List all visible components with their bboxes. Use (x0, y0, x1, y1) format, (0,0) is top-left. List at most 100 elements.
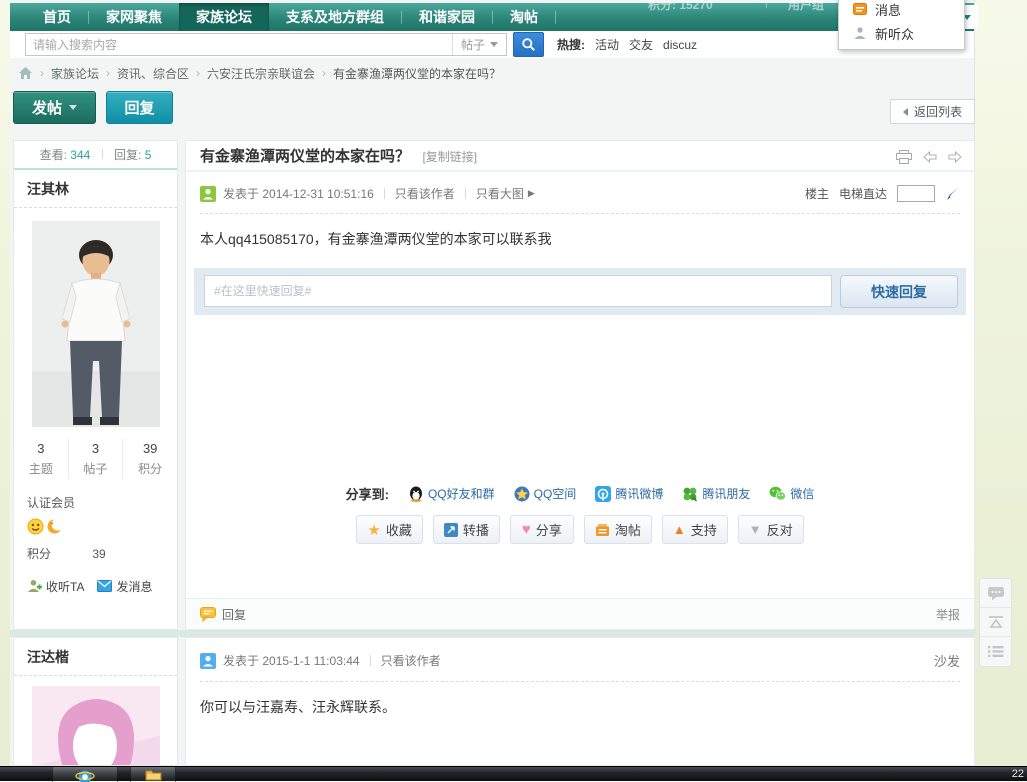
ie-icon (75, 767, 95, 782)
nav-item-taotie[interactable]: 淘帖 (493, 3, 555, 31)
action-label: 收藏 (386, 520, 412, 539)
medal-row (27, 518, 177, 535)
post-2-body: 你可以与汪嘉寿、汪永辉联系。 (200, 697, 960, 717)
stat-label: 积分 (123, 460, 177, 479)
repost-button[interactable]: 转播 (433, 515, 500, 544)
hot-link-activity[interactable]: 活动 (595, 36, 619, 53)
print-icon[interactable] (896, 150, 912, 164)
new-post-button[interactable]: 发帖 (13, 91, 96, 124)
share-qq-friends[interactable]: QQ好友和群 (408, 485, 495, 502)
only-author-link[interactable]: 只看该作者 (395, 185, 455, 202)
share-item-label: 微信 (790, 485, 814, 502)
taskbar-ie-button[interactable] (52, 767, 118, 782)
breadcrumb-separator: › (196, 66, 200, 80)
caret-left-icon (903, 108, 908, 116)
stat-posts[interactable]: 3 帖子 (69, 439, 124, 479)
prev-page-icon[interactable] (923, 151, 937, 163)
taotie-icon (595, 523, 610, 537)
quick-reply-button[interactable]: 快速回复 (840, 275, 958, 308)
message-icon (853, 2, 867, 16)
user-links: 收听TA 发消息 (27, 578, 177, 595)
nav-item-home[interactable]: 首页 (26, 3, 88, 31)
reply-bubble-icon (200, 607, 216, 622)
share-button[interactable]: ♥ 分享 (510, 515, 574, 544)
jump-icon[interactable] (945, 186, 960, 201)
windows-taskbar: 22 (0, 766, 1027, 781)
author-stats: 3 主题 3 帖子 39 积分 (14, 439, 177, 479)
hot-link-friends[interactable]: 交友 (629, 36, 653, 53)
qzone-icon (514, 486, 530, 502)
nav-item-harmony[interactable]: 和谐家园 (402, 3, 492, 31)
nav-item-forum[interactable]: 家族论坛 (179, 3, 269, 31)
arrow-right-icon: ▶ (528, 188, 535, 199)
float-panel (979, 578, 1012, 667)
smiley-medal-icon (27, 518, 44, 535)
share-tencent-weibo[interactable]: 腾讯微博 (595, 485, 663, 502)
only-image-link[interactable]: 只看大图 (476, 185, 524, 202)
stat-value: 39 (123, 439, 177, 460)
breadcrumb-subforum[interactable]: 六安汪氏宗亲联谊会 (207, 65, 315, 82)
share-tencent-friends[interactable]: 腾讯朋友 (682, 485, 750, 502)
person-icon (853, 26, 867, 40)
search-icon (521, 37, 536, 52)
next-page-icon[interactable] (948, 151, 962, 163)
follow-link[interactable]: 收听TA (27, 578, 84, 595)
search-input[interactable] (26, 34, 452, 55)
post-2: 发表于 2015-1-1 11:03:44 只看该作者 沙发 你可以与汪嘉寿、汪… (185, 637, 975, 766)
down-arrow-icon: ▼ (749, 522, 762, 537)
float-list-button[interactable] (980, 637, 1011, 666)
author-name[interactable]: 汪达楷 (14, 638, 177, 676)
reply-link[interactable]: 回复 (200, 606, 246, 623)
favorite-button[interactable]: ★ 收藏 (356, 515, 422, 544)
home-icon[interactable] (18, 66, 33, 80)
quick-reply-input[interactable] (204, 275, 832, 307)
search-button[interactable] (513, 32, 544, 57)
share-qzone[interactable]: QQ空间 (514, 485, 577, 502)
screenshot-root: { "icons": { "caret": "▾", "crumb_sep": … (0, 0, 1027, 781)
nav-item-groups[interactable]: 支系及地方群组 (269, 3, 401, 31)
author-panel-2: 汪达楷 (13, 637, 178, 766)
user-credits-overlay: 积分: 15270 (648, 0, 713, 13)
stat-threads[interactable]: 3 主题 (14, 439, 69, 479)
replies-label: 回复: (114, 148, 141, 162)
taotie-button[interactable]: 淘帖 (584, 515, 652, 544)
author-name[interactable]: 汪其林 (14, 170, 177, 208)
breadcrumb-separator: › (106, 66, 110, 80)
taskbar-clock[interactable]: 22 (1012, 768, 1024, 780)
back-to-list-button[interactable]: 返回列表 (890, 99, 975, 124)
author-avatar[interactable] (32, 221, 160, 427)
only-author-link[interactable]: 只看该作者 (381, 652, 441, 669)
floor-label: 沙发 (934, 651, 960, 670)
post-time: 2014-12-31 10:51:16 (262, 187, 373, 201)
post-2-header: 发表于 2015-1-1 11:03:44 只看该作者 沙发 (200, 651, 960, 682)
repost-icon (444, 523, 458, 537)
elevator-input[interactable] (897, 185, 935, 202)
main-navbar: 首页 家网聚焦 家族论坛 支系及地方群组 和谐家园 淘帖 (10, 3, 974, 31)
action-label: 转播 (463, 520, 489, 539)
report-link[interactable]: 举报 (936, 606, 960, 623)
dropdown-item-listeners[interactable]: 新听众 (839, 21, 964, 45)
qq-icon (408, 486, 424, 502)
float-comment-button[interactable] (980, 579, 1011, 608)
hot-link-discuz[interactable]: discuz (663, 38, 697, 52)
nav-item-focus[interactable]: 家网聚焦 (89, 3, 179, 31)
stat-credits[interactable]: 39 积分 (123, 439, 177, 479)
taskbar-folder-button[interactable] (130, 767, 176, 782)
support-button[interactable]: ▲ 支持 (662, 515, 728, 544)
share-item-label: QQ好友和群 (428, 485, 495, 502)
stats-divider (102, 149, 103, 159)
overlay-divider (766, 0, 767, 8)
post-1-body: 本人qq415085170，有金寨渔潭两仪堂的本家可以联系我 (200, 229, 960, 249)
copy-link[interactable]: [复制链接] (422, 150, 477, 164)
share-wechat[interactable]: 微信 (769, 485, 814, 502)
breadcrumb-forum[interactable]: 家族论坛 (51, 65, 99, 82)
author-avatar[interactable] (32, 686, 160, 766)
thread-title-row: 有金寨渔潭两仪堂的本家在吗？ [复制链接] (186, 141, 974, 172)
send-message-link[interactable]: 发消息 (97, 578, 152, 595)
float-scroll-top-button[interactable] (980, 608, 1011, 637)
oppose-button[interactable]: ▼ 反对 (738, 515, 804, 544)
breadcrumb-section[interactable]: 资讯、综合区 (117, 65, 189, 82)
reply-button[interactable]: 回复 (106, 91, 173, 124)
search-type-select[interactable]: 帖子 (452, 34, 506, 55)
dropdown-item-messages[interactable]: 消息 (839, 0, 964, 21)
